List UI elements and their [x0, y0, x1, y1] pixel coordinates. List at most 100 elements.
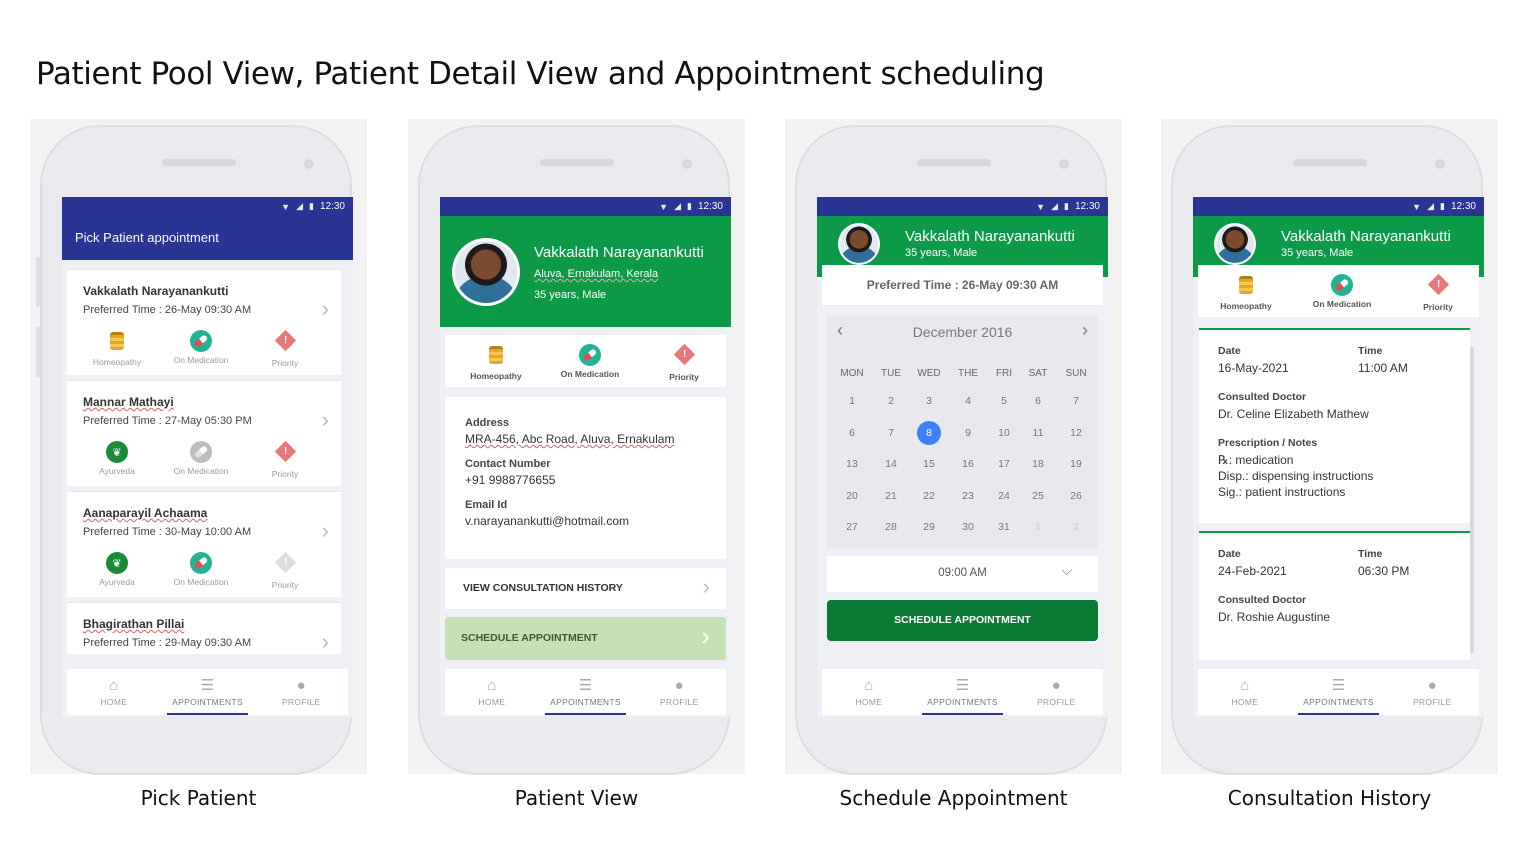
scrollbar[interactable]: [1470, 347, 1474, 653]
calendar-day[interactable]: 13: [840, 452, 864, 476]
calendar-day[interactable]: 9: [956, 421, 980, 445]
calendar-day[interactable]: 6: [840, 421, 864, 445]
time-value: 09:00 AM: [938, 567, 987, 579]
calendar-day[interactable]: 4: [956, 389, 980, 413]
calendar-day[interactable]: 29: [917, 515, 941, 539]
tab-home[interactable]: ⌂ HOME: [822, 669, 916, 715]
patient-card[interactable]: Aanaparayil Achaama Preferred Time : 30-…: [67, 491, 341, 597]
consultation-record: Date 24-Feb-2021 Time 06:30 PM Consulted…: [1199, 531, 1470, 660]
calendar-day[interactable]: 3: [917, 389, 941, 413]
calendar-day[interactable]: 22: [917, 484, 941, 508]
calendar-day[interactable]: 1: [1026, 515, 1050, 539]
pill-icon: [1331, 274, 1353, 296]
calendar-day[interactable]: 15: [917, 452, 941, 476]
calendar-day[interactable]: 27: [840, 515, 864, 539]
calendar-day[interactable]: 11: [1026, 421, 1050, 445]
schedule-appointment-button[interactable]: SCHEDULE APPOINTMENT ›: [445, 617, 726, 660]
patient-card[interactable]: Vakkalath Narayanankutti Preferred Time …: [67, 269, 341, 375]
patient-card[interactable]: Mannar Mathayi Preferred Time : 27-May 0…: [67, 380, 341, 486]
battery-icon: ▮: [1440, 201, 1445, 211]
tag-priority: ! Priority: [243, 329, 327, 368]
calendar-day[interactable]: 14: [879, 452, 903, 476]
tab-profile[interactable]: ● PROFILE: [632, 669, 726, 715]
priority-icon: !: [274, 329, 296, 352]
calendar-day[interactable]: 2: [1064, 515, 1088, 539]
chevron-right-icon[interactable]: ›: [1082, 320, 1088, 341]
tab-home[interactable]: ⌂ HOME: [67, 669, 161, 715]
chevron-right-icon[interactable]: ›: [322, 631, 329, 653]
pill-icon: [579, 344, 601, 366]
status-bar: ▼ ◢ ▮ 12:30: [1193, 197, 1484, 216]
calendar-day[interactable]: 20: [840, 484, 864, 508]
patient-name: Vakkalath Narayanankutti: [905, 228, 1075, 245]
calendar-day[interactable]: 1: [840, 389, 864, 413]
calendar-day[interactable]: 7: [879, 421, 903, 445]
tab-profile[interactable]: ● PROFILE: [254, 669, 348, 715]
tag-on-medication: On Medication: [159, 441, 243, 479]
patient-card[interactable]: Bhagirathan Pillai Preferred Time : 29-M…: [67, 602, 341, 654]
time-label: Time: [1358, 548, 1383, 560]
calendar-day[interactable]: 28: [879, 515, 903, 539]
tag-on-medication: On Medication: [159, 552, 243, 590]
time-select[interactable]: 09:00 AM ⌵: [827, 556, 1098, 592]
slide-title: Patient Pool View, Patient Detail View a…: [36, 56, 1045, 92]
calendar-day[interactable]: 5: [992, 389, 1016, 413]
calendar-day[interactable]: 23: [956, 484, 980, 508]
phone-frame: ▼ ◢ ▮ 12:30 Vakkalath Narayanankutti 35 …: [1171, 125, 1484, 775]
notes-label: Prescription / Notes: [1218, 437, 1318, 449]
jar-icon: [110, 332, 124, 350]
calendar-day[interactable]: 19: [1064, 452, 1088, 476]
phone-frame: ▼ ◢ ▮ 12:30 Pick Patient appointment Vak…: [36, 125, 353, 775]
phone-speaker: [162, 159, 236, 166]
phone-screen: ▼ ◢ ▮ 12:30 Vakkalath Narayanankutti Alu…: [440, 197, 731, 717]
calendar-day[interactable]: 12: [1064, 421, 1088, 445]
phone-camera: [1435, 159, 1445, 169]
tags-card: Homeopathy On Medication ! Priority: [1198, 265, 1479, 317]
tab-profile[interactable]: ● PROFILE: [1009, 669, 1103, 715]
time-value: 06:30 PM: [1358, 564, 1410, 578]
caption-schedule-appointment: Schedule Appointment: [839, 786, 1068, 810]
preferred-time: Preferred Time : 27-May 05:30 PM: [83, 415, 252, 427]
battery-icon: ▮: [687, 201, 692, 211]
weekday-label: SAT: [1028, 368, 1048, 379]
tag-on-medication: On Medication: [159, 330, 243, 368]
chevron-right-icon[interactable]: ›: [322, 520, 329, 542]
tab-appointments[interactable]: ☰ APPOINTMENTS: [916, 669, 1010, 715]
weekday-label: WED: [917, 368, 941, 379]
app-bar: Pick Patient appointment: [62, 216, 353, 260]
battery-icon: ▮: [1064, 201, 1069, 211]
tab-profile[interactable]: ● PROFILE: [1385, 669, 1479, 715]
calendar-day[interactable]: 16: [956, 452, 980, 476]
tab-appointments[interactable]: ☰ APPOINTMENTS: [1292, 669, 1386, 715]
calendar-day[interactable]: 25: [1026, 484, 1050, 508]
bottom-tab-bar: ⌂ HOME ☰ APPOINTMENTS ● PROFILE: [822, 669, 1103, 715]
chevron-right-icon[interactable]: ›: [322, 409, 329, 431]
calendar-day[interactable]: 26: [1064, 484, 1088, 508]
profile-icon: ●: [674, 677, 684, 694]
calendar-day[interactable]: 24: [992, 484, 1016, 508]
calendar-day[interactable]: 6: [1026, 389, 1050, 413]
tab-appointments[interactable]: ☰ APPOINTMENTS: [161, 669, 255, 715]
panel-consultation-history: ▼ ◢ ▮ 12:30 Vakkalath Narayanankutti 35 …: [1161, 119, 1498, 775]
calendar-day[interactable]: 2: [879, 389, 903, 413]
calendar-day[interactable]: 10: [992, 421, 1016, 445]
calendar-day[interactable]: 17: [992, 452, 1016, 476]
date-value: 24-Feb-2021: [1218, 564, 1287, 578]
priority-icon: !: [274, 551, 296, 574]
calendar-day[interactable]: 21: [879, 484, 903, 508]
calendar-day[interactable]: 18: [1026, 452, 1050, 476]
calendar-day[interactable]: 30: [956, 515, 980, 539]
status-time: 12:30: [319, 201, 345, 212]
calendar-day[interactable]: 31: [992, 515, 1016, 539]
calendar-day[interactable]: 8: [917, 420, 941, 445]
signal-icon: ◢: [674, 201, 682, 211]
tab-home[interactable]: ⌂ HOME: [1198, 669, 1292, 715]
jar-icon: [1239, 276, 1253, 294]
tab-appointments[interactable]: ☰ APPOINTMENTS: [539, 669, 633, 715]
view-history-button[interactable]: VIEW CONSULTATION HISTORY ›: [445, 568, 726, 609]
schedule-appointment-button[interactable]: SCHEDULE APPOINTMENT: [827, 600, 1098, 641]
calendar-day[interactable]: 7: [1064, 389, 1088, 413]
contact-value: +91 9988776655: [465, 473, 556, 487]
tab-home[interactable]: ⌂ HOME: [445, 669, 539, 715]
chevron-right-icon[interactable]: ›: [322, 298, 329, 320]
